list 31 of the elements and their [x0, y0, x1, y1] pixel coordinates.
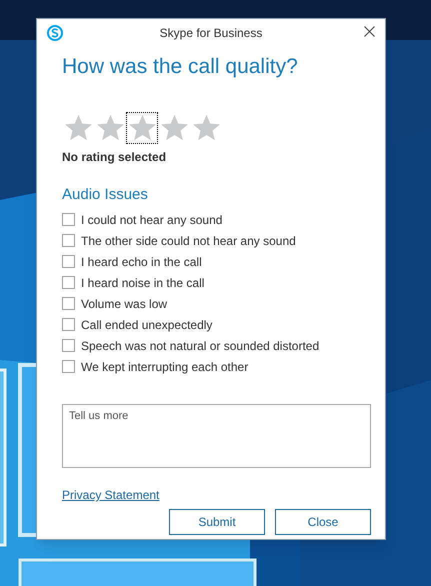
dialog-button[interactable]: Close [275, 509, 371, 535]
checkbox-label: The other side could not hear any sound [81, 232, 296, 250]
dialog-heading: How was the call quality? [62, 54, 299, 80]
checkbox[interactable] [62, 297, 75, 310]
star-icon[interactable] [64, 114, 92, 142]
rating-caption: No rating selected [62, 149, 168, 166]
checkbox[interactable] [62, 276, 75, 289]
window-title: Skype for Business [160, 24, 262, 42]
comment-field[interactable]: Tell us more [62, 404, 371, 468]
close-icon[interactable] [364, 26, 375, 37]
section-title: Audio Issues [62, 186, 149, 204]
checkbox-label: Volume was low [81, 296, 168, 312]
checkbox-label: Speech was not natural or sounded distorted [81, 338, 320, 354]
checkbox[interactable] [62, 318, 75, 331]
checkbox[interactable] [62, 360, 75, 373]
star-icon[interactable] [96, 114, 124, 142]
checkbox[interactable] [62, 255, 75, 268]
checkbox[interactable] [62, 213, 75, 226]
checkbox[interactable] [62, 234, 75, 247]
checkbox-label: We kept interrupting each other [81, 358, 248, 376]
checkbox-label: Call ended unexpectedly [81, 316, 212, 334]
star-icon[interactable] [128, 114, 156, 142]
checkbox[interactable] [62, 339, 75, 352]
checkbox-label: I heard noise in the call [81, 274, 204, 292]
logo-icon [47, 25, 63, 41]
checkbox-label: I could not hear any sound [81, 212, 222, 228]
privacy-link[interactable]: Privacy Statement [62, 486, 160, 504]
star-icon[interactable] [160, 114, 188, 142]
dialog-button[interactable]: Submit [169, 509, 265, 535]
star-icon[interactable] [192, 114, 220, 142]
checkbox-label: I heard echo in the call [81, 254, 202, 270]
